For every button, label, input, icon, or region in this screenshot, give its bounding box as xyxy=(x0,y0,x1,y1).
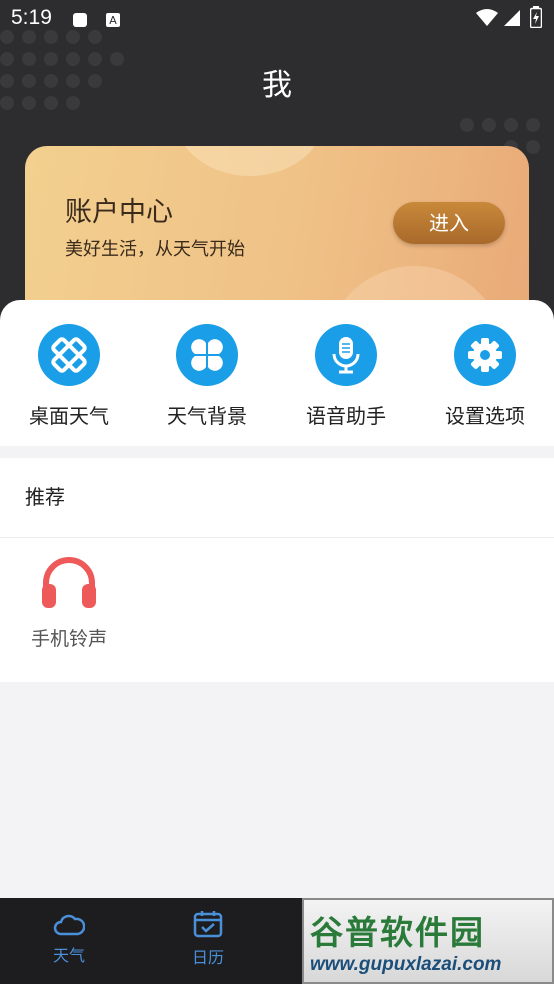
status-bar: 5:19 A xyxy=(0,0,554,36)
calendar-icon xyxy=(193,911,223,942)
nav-tab-calendar[interactable]: 日历 xyxy=(163,910,253,968)
account-card-title: 账户中心 xyxy=(65,197,173,228)
card-decoration xyxy=(175,146,325,176)
watermark-title: 谷普软件园 xyxy=(310,914,485,951)
recommend-item-label: 手机铃声 xyxy=(30,628,107,650)
desktop-widget-icon xyxy=(38,324,100,386)
site-watermark: 谷普软件园 www.gupuxlazai.com xyxy=(302,898,554,984)
cloud-icon xyxy=(53,914,86,940)
tool-voice-assistant[interactable]: 语音助手 xyxy=(277,324,415,429)
status-time: 5:19 xyxy=(11,6,52,29)
notification-square-icon xyxy=(72,9,88,33)
tool-weather-background[interactable]: 天气背景 xyxy=(138,324,276,429)
recommend-item-ringtone[interactable]: 手机铃声 xyxy=(18,556,120,651)
recommend-section: 推荐 手机铃声 xyxy=(0,458,554,682)
account-card-subtitle: 美好生活，从天气开始 xyxy=(65,239,245,260)
nav-tab-label: 天气 xyxy=(52,946,85,965)
nav-tab-weather[interactable]: 天气 xyxy=(24,910,114,966)
signal-icon xyxy=(503,8,521,32)
tool-settings[interactable]: 设置选项 xyxy=(416,324,554,429)
gear-icon xyxy=(454,324,516,386)
svg-text:A: A xyxy=(109,14,117,27)
recommend-header: 推荐 xyxy=(0,458,554,538)
page-title: 我 xyxy=(262,68,292,103)
four-petal-grid-icon xyxy=(176,324,238,386)
tool-desktop-weather[interactable]: 桌面天气 xyxy=(0,324,138,429)
microphone-icon xyxy=(315,324,377,386)
tool-label: 语音助手 xyxy=(306,404,386,428)
headphones-icon xyxy=(40,557,98,614)
keyboard-a-icon: A xyxy=(105,9,121,33)
nav-tab-label: 日历 xyxy=(191,948,224,967)
tools-panel: 桌面天气 天气背景 语音助手 设置选项 xyxy=(0,300,554,446)
enter-button[interactable]: 进入 xyxy=(393,202,505,244)
battery-charging-icon xyxy=(529,6,543,33)
tool-label: 天气背景 xyxy=(167,404,247,428)
watermark-url: www.gupuxlazai.com xyxy=(310,954,502,975)
tool-label: 桌面天气 xyxy=(29,404,109,428)
wifi-icon xyxy=(476,8,498,32)
account-center-card[interactable]: 账户中心 美好生活，从天气开始 进入 xyxy=(25,146,529,326)
tool-label: 设置选项 xyxy=(445,404,525,428)
